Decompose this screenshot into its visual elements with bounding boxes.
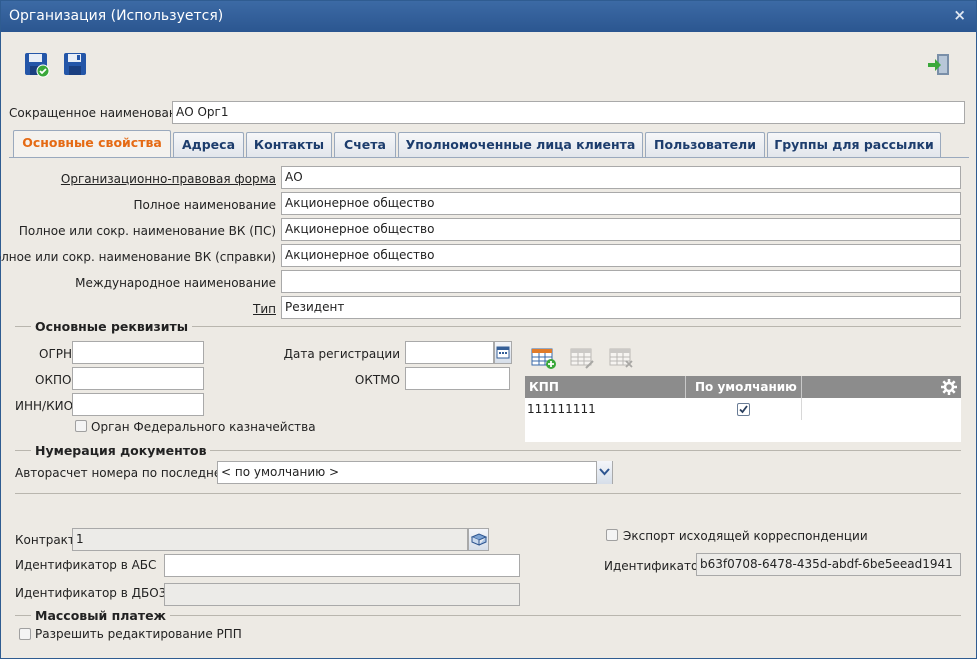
save-icon	[64, 53, 86, 75]
delete-row-icon	[609, 348, 633, 368]
tab-contacts[interactable]: Контакты	[246, 132, 332, 157]
tab-accounts[interactable]: Счета	[334, 132, 396, 157]
okpo-input[interactable]	[72, 367, 204, 390]
book-icon	[470, 533, 488, 546]
ogrn-input[interactable]	[72, 341, 204, 364]
contract-input[interactable]: 1	[72, 528, 468, 551]
column-separator	[801, 376, 802, 398]
add-kpp-button[interactable]	[531, 346, 557, 370]
table-row[interactable]: 111111111	[525, 398, 961, 420]
requisites-section: Основные реквизиты	[15, 319, 961, 334]
gear-icon[interactable]	[940, 378, 958, 396]
save-and-close-button[interactable]	[23, 51, 51, 79]
allow-edit-rpp-label: Разрешить редактирование РПП	[35, 627, 242, 641]
edit-kpp-button[interactable]	[570, 346, 596, 370]
title-bar[interactable]: Организация (Используется) ×	[1, 1, 976, 32]
vk-ps-label: Полное или сокр. наименование ВК (ПС)	[18, 224, 276, 238]
divider	[15, 493, 961, 494]
checkmark-icon	[739, 405, 748, 414]
column-separator	[801, 398, 802, 420]
ogrn-label: ОГРН	[39, 347, 73, 361]
oktmo-input[interactable]	[405, 367, 510, 390]
abs-id-label: Идентификатор в АБС	[15, 558, 157, 572]
kpp-grid-header: КПП По умолчанию	[525, 376, 961, 398]
mass-payment-section: Массовый платеж	[15, 608, 961, 623]
save-and-close-icon	[25, 53, 50, 78]
treasury-checkbox[interactable]	[75, 420, 87, 432]
calendar-icon	[496, 346, 510, 359]
calendar-button[interactable]	[494, 341, 512, 364]
okpo-label: ОКПО	[35, 373, 72, 387]
dbo3-id-label: Идентификатор в ДБО3	[15, 586, 167, 600]
short-name-input[interactable]: АО Орг1	[172, 101, 965, 124]
exit-icon	[928, 54, 949, 75]
kpp-grid: КПП По умолчанию 111111111	[525, 376, 961, 442]
type-input[interactable]: Резидент	[281, 296, 961, 319]
save-button[interactable]	[62, 51, 90, 79]
autocalc-label: Авторасчет номера по последнему	[15, 466, 238, 480]
export-outgoing-label: Экспорт исходящей корреспонденции	[623, 529, 868, 543]
tab-authorized-persons[interactable]: Уполномоченные лица клиента	[398, 132, 643, 157]
tab-users[interactable]: Пользователи	[645, 132, 765, 157]
delete-kpp-button[interactable]	[609, 346, 635, 370]
autocalc-select[interactable]: < по умолчанию >	[217, 461, 613, 484]
export-outgoing-checkbox[interactable]	[606, 529, 618, 541]
type-label[interactable]: Тип	[253, 302, 276, 316]
identifier-label: Идентификатор	[604, 559, 706, 573]
column-separator	[685, 376, 686, 398]
identifier-input[interactable]: b63f0708-6478-435d-abdf-6be5eead1941	[696, 553, 961, 576]
default-checkbox[interactable]	[737, 403, 750, 416]
default-column-header[interactable]: По умолчанию	[695, 380, 797, 394]
reg-date-label: Дата регистрации	[283, 347, 400, 361]
vk-ref-input[interactable]: Акционерное общество	[281, 244, 961, 267]
window-title: Организация (Используется)	[9, 8, 224, 24]
mass-payment-title: Массовый платеж	[31, 608, 170, 623]
reg-date-input[interactable]	[405, 341, 494, 364]
organization-window: Организация (Используется) × Сокращенное…	[0, 0, 977, 659]
kpp-column-header[interactable]: КПП	[529, 380, 559, 394]
vk-ps-input[interactable]: Акционерное общество	[281, 218, 961, 241]
tab-mailing-groups[interactable]: Группы для рассылки	[767, 132, 941, 157]
treasury-label: Орган Федерального казначейства	[91, 420, 316, 434]
numbering-section: Нумерация документов	[15, 443, 961, 458]
contract-select-button[interactable]	[468, 528, 489, 551]
tab-main-properties[interactable]: Основные свойства	[13, 130, 171, 158]
abs-id-input[interactable]	[164, 554, 520, 577]
chevron-down-icon	[599, 468, 610, 476]
edit-row-icon	[570, 348, 594, 369]
allow-edit-rpp-checkbox[interactable]	[19, 628, 31, 640]
inn-label: ИНН/КИО	[15, 399, 74, 413]
legal-form-input[interactable]: АО	[281, 166, 961, 189]
legal-form-label[interactable]: Организационно-правовая форма	[61, 172, 276, 186]
vk-ref-label: Полное или сокр. наименование ВК (справк…	[0, 250, 276, 264]
full-name-input[interactable]: Акционерное общество	[281, 192, 961, 215]
intl-name-label: Международное наименование	[75, 276, 276, 290]
add-row-icon	[531, 348, 556, 369]
exit-button[interactable]	[925, 51, 953, 79]
numbering-title: Нумерация документов	[31, 443, 211, 458]
dbo3-id-input[interactable]	[164, 583, 520, 606]
short-name-label: Сокращенное наименование	[9, 106, 192, 120]
tab-addresses[interactable]: Адреса	[173, 132, 244, 157]
oktmo-label: ОКТМО	[354, 373, 400, 387]
close-icon[interactable]: ×	[953, 6, 966, 24]
requisites-title: Основные реквизиты	[31, 319, 193, 334]
full-name-label: Полное наименование	[133, 198, 277, 212]
kpp-cell: 111111111	[527, 402, 596, 416]
intl-name-input[interactable]	[281, 270, 961, 293]
contract-label: Контракт	[15, 533, 75, 547]
inn-input[interactable]	[72, 393, 204, 416]
autocalc-dropdown-button[interactable]	[596, 461, 612, 484]
